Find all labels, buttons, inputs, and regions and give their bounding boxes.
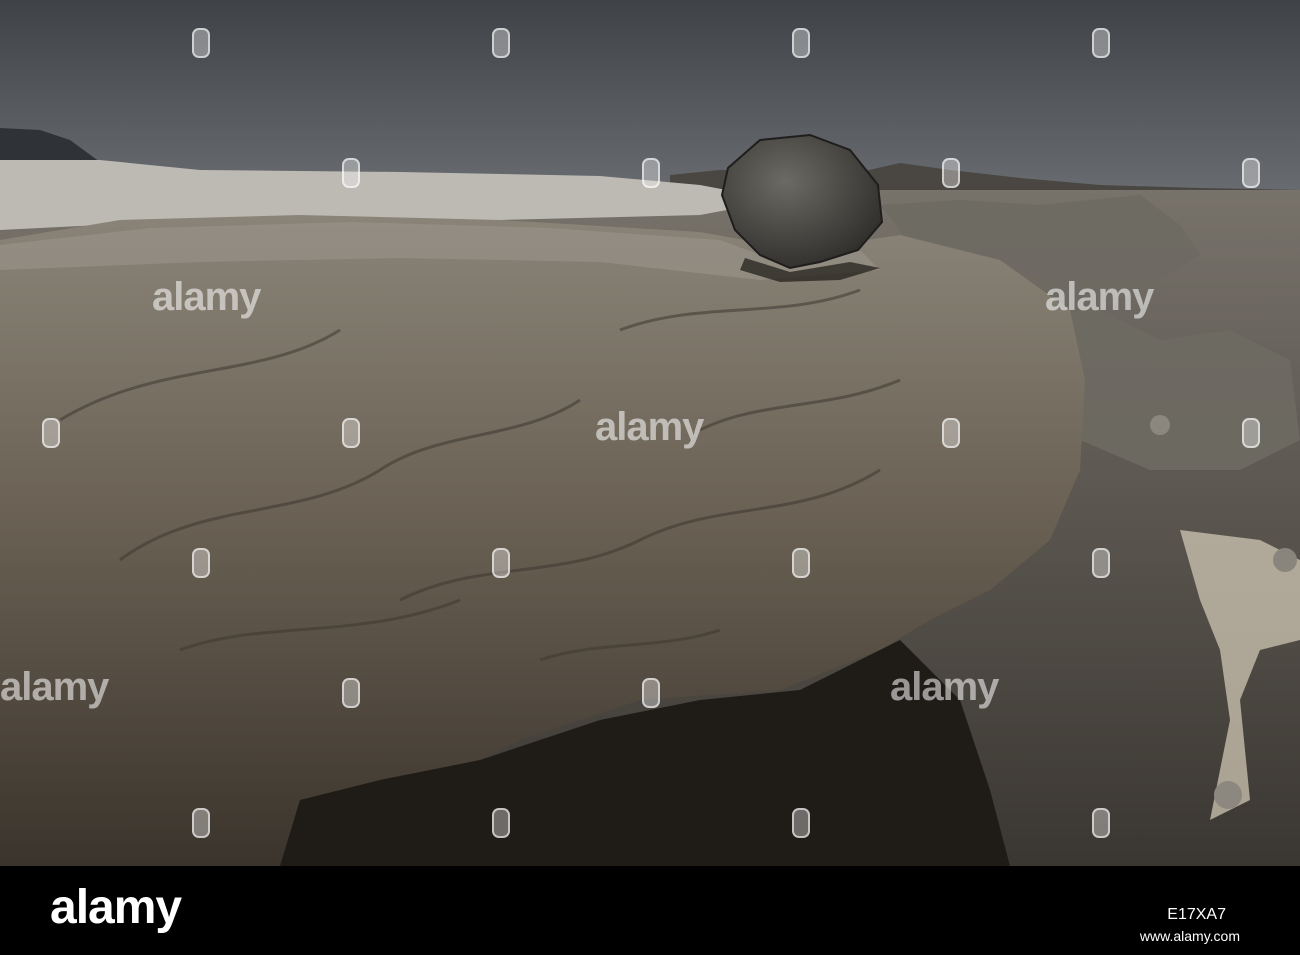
- pebble: [1214, 781, 1242, 809]
- alamy-logo: alamy: [50, 881, 182, 934]
- image-id: E17XA7: [1167, 906, 1226, 923]
- pebble: [1273, 548, 1297, 572]
- pebble: [1150, 415, 1170, 435]
- footer-bar: alamy E17XA7 www.alamy.com: [0, 866, 1300, 955]
- scene-illustration: [0, 0, 1300, 866]
- site-url: www.alamy.com: [1139, 928, 1240, 944]
- landscape-photo: alamy alamy alamy alamy alamy: [0, 0, 1300, 866]
